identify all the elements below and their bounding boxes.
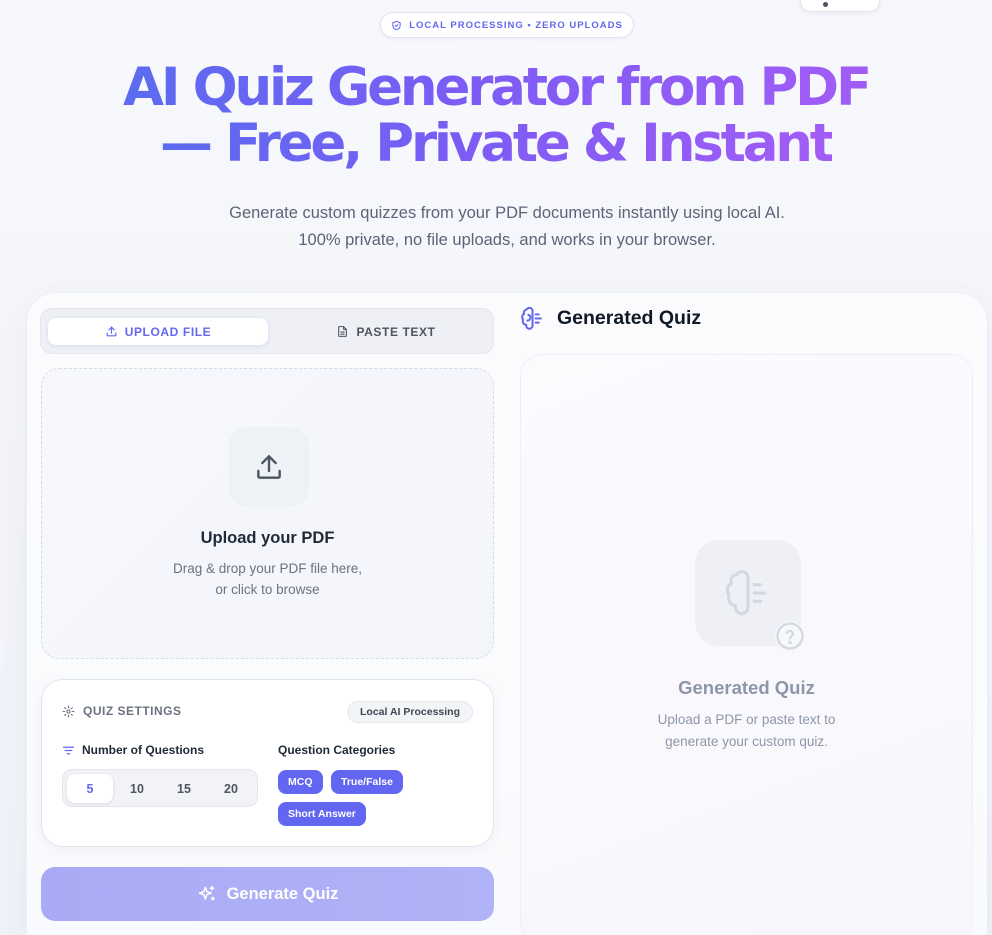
local-ai-badge: Local AI Processing: [347, 701, 473, 723]
question-mark-icon: [775, 621, 805, 651]
number-of-questions-label-text: Number of Questions: [82, 743, 205, 757]
quiz-settings-heading: QUIZ SETTINGS: [62, 704, 182, 718]
page-subtitle: Generate custom quizzes from your PDF do…: [229, 204, 785, 249]
generated-quiz-header: Generated Quiz: [520, 306, 701, 331]
sparkles-icon: [198, 885, 215, 901]
dropzone-icon-box: [229, 427, 309, 507]
tab-paste-text-label: PASTE TEXT: [356, 324, 436, 339]
input-mode-tabs: UPLOAD FILE PASTE TEXT: [40, 308, 494, 354]
tab-upload-file[interactable]: UPLOAD FILE: [48, 318, 268, 345]
quiz-settings-heading-text: QUIZ SETTINGS: [83, 704, 182, 718]
brain-icon: [725, 570, 767, 616]
dropzone-instructions-line-2: or click to browse: [215, 582, 320, 597]
generate-quiz-label: Generate Quiz: [226, 884, 339, 903]
privacy-badge-text: LOCAL PROCESSING • ZERO UPLOADS: [409, 19, 623, 31]
question-categories-label: Question Categories: [278, 743, 396, 757]
dropzone-title: Upload your PDF: [200, 529, 335, 547]
brain-icon: [521, 306, 542, 330]
empty-state-title: Generated Quiz: [678, 677, 815, 698]
privacy-badge: LOCAL PROCESSING • ZERO UPLOADS: [380, 12, 634, 38]
gear-icon: [62, 705, 75, 717]
empty-state-description: Upload a PDF or paste text to generate y…: [521, 709, 972, 753]
number-of-questions-label: Number of Questions: [62, 743, 204, 757]
tab-paste-text[interactable]: PASTE TEXT: [276, 318, 496, 345]
header-menu-button[interactable]: [800, 0, 880, 12]
count-option-15[interactable]: 15: [161, 774, 207, 803]
dropzone-instructions: Drag & drop your PDF file here, or click…: [42, 558, 493, 600]
category-true-false[interactable]: True/False: [331, 770, 403, 794]
category-short-answer[interactable]: Short Answer: [278, 802, 366, 826]
count-option-20[interactable]: 20: [208, 774, 254, 803]
page-title-line-2: — Free, Private & Instant: [160, 113, 835, 174]
dropzone-instructions-line-1: Drag & drop your PDF file here,: [172, 561, 363, 576]
tab-upload-file-label: UPLOAD FILE: [124, 324, 212, 339]
filter-icon: [62, 746, 75, 754]
menu-dot-icon: [823, 2, 828, 7]
pdf-dropzone[interactable]: Upload your PDF Drag & drop your PDF fil…: [41, 368, 494, 659]
category-mcq[interactable]: MCQ: [278, 770, 323, 794]
generate-quiz-button[interactable]: Generate Quiz: [41, 867, 494, 921]
count-option-10[interactable]: 10: [114, 774, 160, 803]
generated-quiz-title: Generated Quiz: [557, 307, 702, 329]
document-icon: [338, 326, 348, 337]
upload-icon: [106, 326, 117, 337]
generated-quiz-panel: Generated Quiz Upload a PDF or paste tex…: [520, 354, 973, 935]
upload-icon: [257, 455, 281, 479]
page-title-line-1: AI Quiz Generator from PDF: [123, 57, 872, 118]
question-count-selector: 5 10 15 20: [62, 769, 258, 807]
empty-state-description-line-1: Upload a PDF or paste text to: [657, 712, 836, 727]
page-title: AI Quiz Generator from PDF — Free, Priva…: [0, 60, 992, 172]
quiz-settings-card: QUIZ SETTINGS Local AI Processing Number…: [41, 679, 494, 847]
shield-check-icon: [392, 20, 401, 30]
count-option-5[interactable]: 5: [67, 774, 113, 803]
empty-state-description-line-2: generate your custom quiz.: [665, 734, 828, 749]
